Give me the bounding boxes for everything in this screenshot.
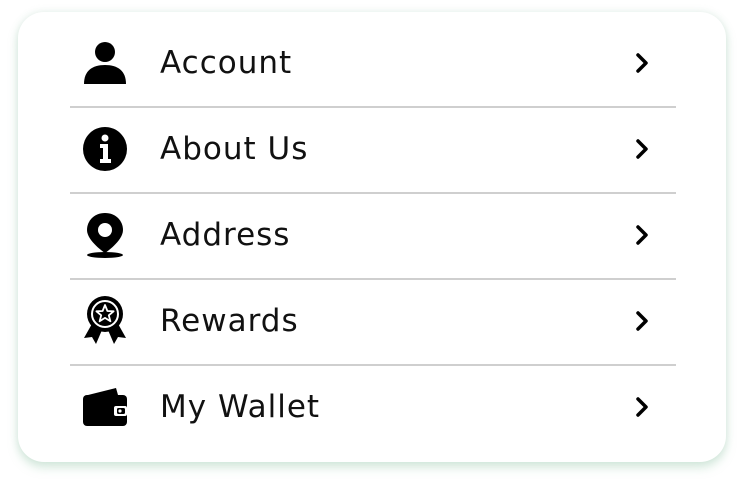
chevron-right-icon xyxy=(634,397,650,417)
chevron-right-icon xyxy=(634,53,650,73)
info-icon xyxy=(82,126,128,172)
chevron-right-icon xyxy=(634,311,650,331)
menu-item-label: About Us xyxy=(160,131,309,167)
award-ribbon-icon xyxy=(82,296,128,344)
chevron-right-icon xyxy=(634,139,650,159)
settings-menu-card: Account About Us Address Rewards My Wall… xyxy=(18,12,726,462)
menu-item-my-wallet[interactable]: My Wallet xyxy=(70,364,676,450)
menu-item-label: Rewards xyxy=(160,303,299,339)
wallet-icon xyxy=(82,384,128,430)
menu-item-about-us[interactable]: About Us xyxy=(70,106,676,194)
chevron-right-icon xyxy=(634,225,650,245)
menu-item-address[interactable]: Address xyxy=(70,192,676,280)
menu-item-account[interactable]: Account xyxy=(70,20,676,108)
menu-item-label: Account xyxy=(160,45,293,81)
menu-item-label: Address xyxy=(160,217,291,253)
menu-item-rewards[interactable]: Rewards xyxy=(70,278,676,366)
menu-item-label: My Wallet xyxy=(160,389,321,425)
person-icon xyxy=(82,40,128,86)
map-pin-icon xyxy=(82,212,128,258)
